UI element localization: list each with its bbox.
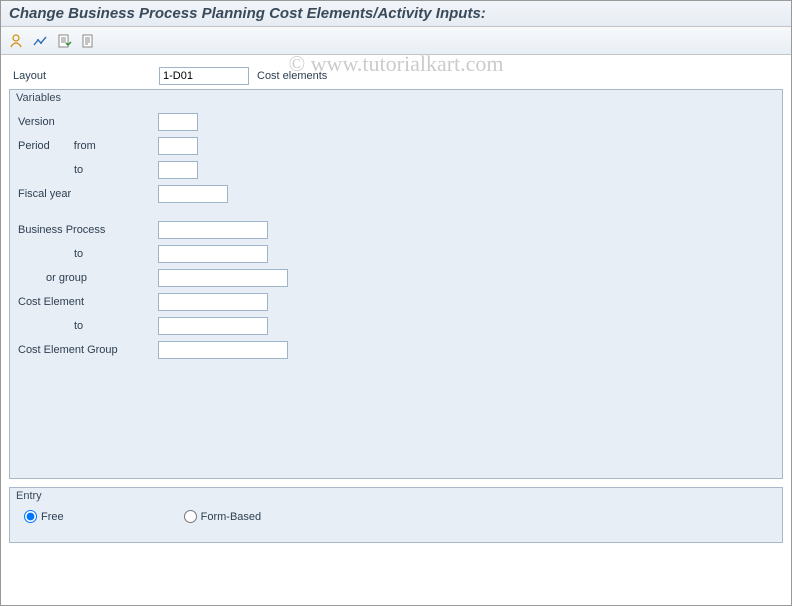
layout-desc: Cost elements (257, 70, 327, 82)
layout-row: Layout Cost elements (9, 67, 783, 85)
cost-element-group-label: Cost Element Group (18, 344, 158, 356)
entry-group: Entry Free Form-Based (9, 487, 783, 543)
overview-icon[interactable] (31, 32, 49, 50)
entry-free-label: Free (41, 511, 64, 523)
cost-element-row: Cost Element (18, 290, 774, 314)
business-process-label: Business Process (18, 224, 158, 236)
version-input[interactable] (158, 113, 198, 131)
ce-to-label: to (18, 320, 83, 332)
entry-title: Entry (10, 488, 782, 502)
layout-input[interactable] (159, 67, 249, 85)
entry-form-radio[interactable]: Form-Based (184, 510, 262, 523)
file-icon[interactable] (79, 32, 97, 50)
fiscal-year-row: Fiscal year (18, 182, 774, 206)
layout-label: Layout (9, 70, 159, 82)
fiscal-year-input[interactable] (158, 185, 228, 203)
period-from-label: Period from (18, 140, 158, 152)
variables-group: Variables Version Period from to Fiscal … (9, 89, 783, 479)
entry-form-label: Form-Based (201, 511, 262, 523)
business-process-to-input[interactable] (158, 245, 268, 263)
radio-form[interactable] (184, 510, 197, 523)
business-process-input[interactable] (158, 221, 268, 239)
or-group-label: or group (18, 272, 87, 284)
user-icon[interactable] (7, 32, 25, 50)
version-row: Version (18, 110, 774, 134)
business-process-to-row: to (18, 242, 774, 266)
cost-element-group-input[interactable] (158, 341, 288, 359)
period-from-input[interactable] (158, 137, 198, 155)
cost-element-group-row: Cost Element Group (18, 338, 774, 362)
business-process-group-row: or group (18, 266, 774, 290)
period-to-input[interactable] (158, 161, 198, 179)
business-process-row: Business Process (18, 218, 774, 242)
bp-to-label: to (18, 248, 83, 260)
cost-element-to-input[interactable] (158, 317, 268, 335)
fiscal-year-label: Fiscal year (18, 188, 158, 200)
radio-free[interactable] (24, 510, 37, 523)
content-area: Layout Cost elements Variables Version P… (1, 55, 791, 551)
variables-title: Variables (10, 90, 782, 104)
window-title: Change Business Process Planning Cost El… (1, 1, 791, 27)
period-from-row: Period from (18, 134, 774, 158)
save-file-icon[interactable] (55, 32, 73, 50)
title-text: Change Business Process Planning Cost El… (9, 5, 486, 22)
cost-element-label: Cost Element (18, 296, 158, 308)
cost-element-to-row: to (18, 314, 774, 338)
cost-element-input[interactable] (158, 293, 268, 311)
toolbar (1, 27, 791, 55)
entry-free-radio[interactable]: Free (24, 510, 64, 523)
business-process-group-input[interactable] (158, 269, 288, 287)
period-to-row: to (18, 158, 774, 182)
period-to-label: to (18, 164, 83, 176)
version-label: Version (18, 116, 158, 128)
